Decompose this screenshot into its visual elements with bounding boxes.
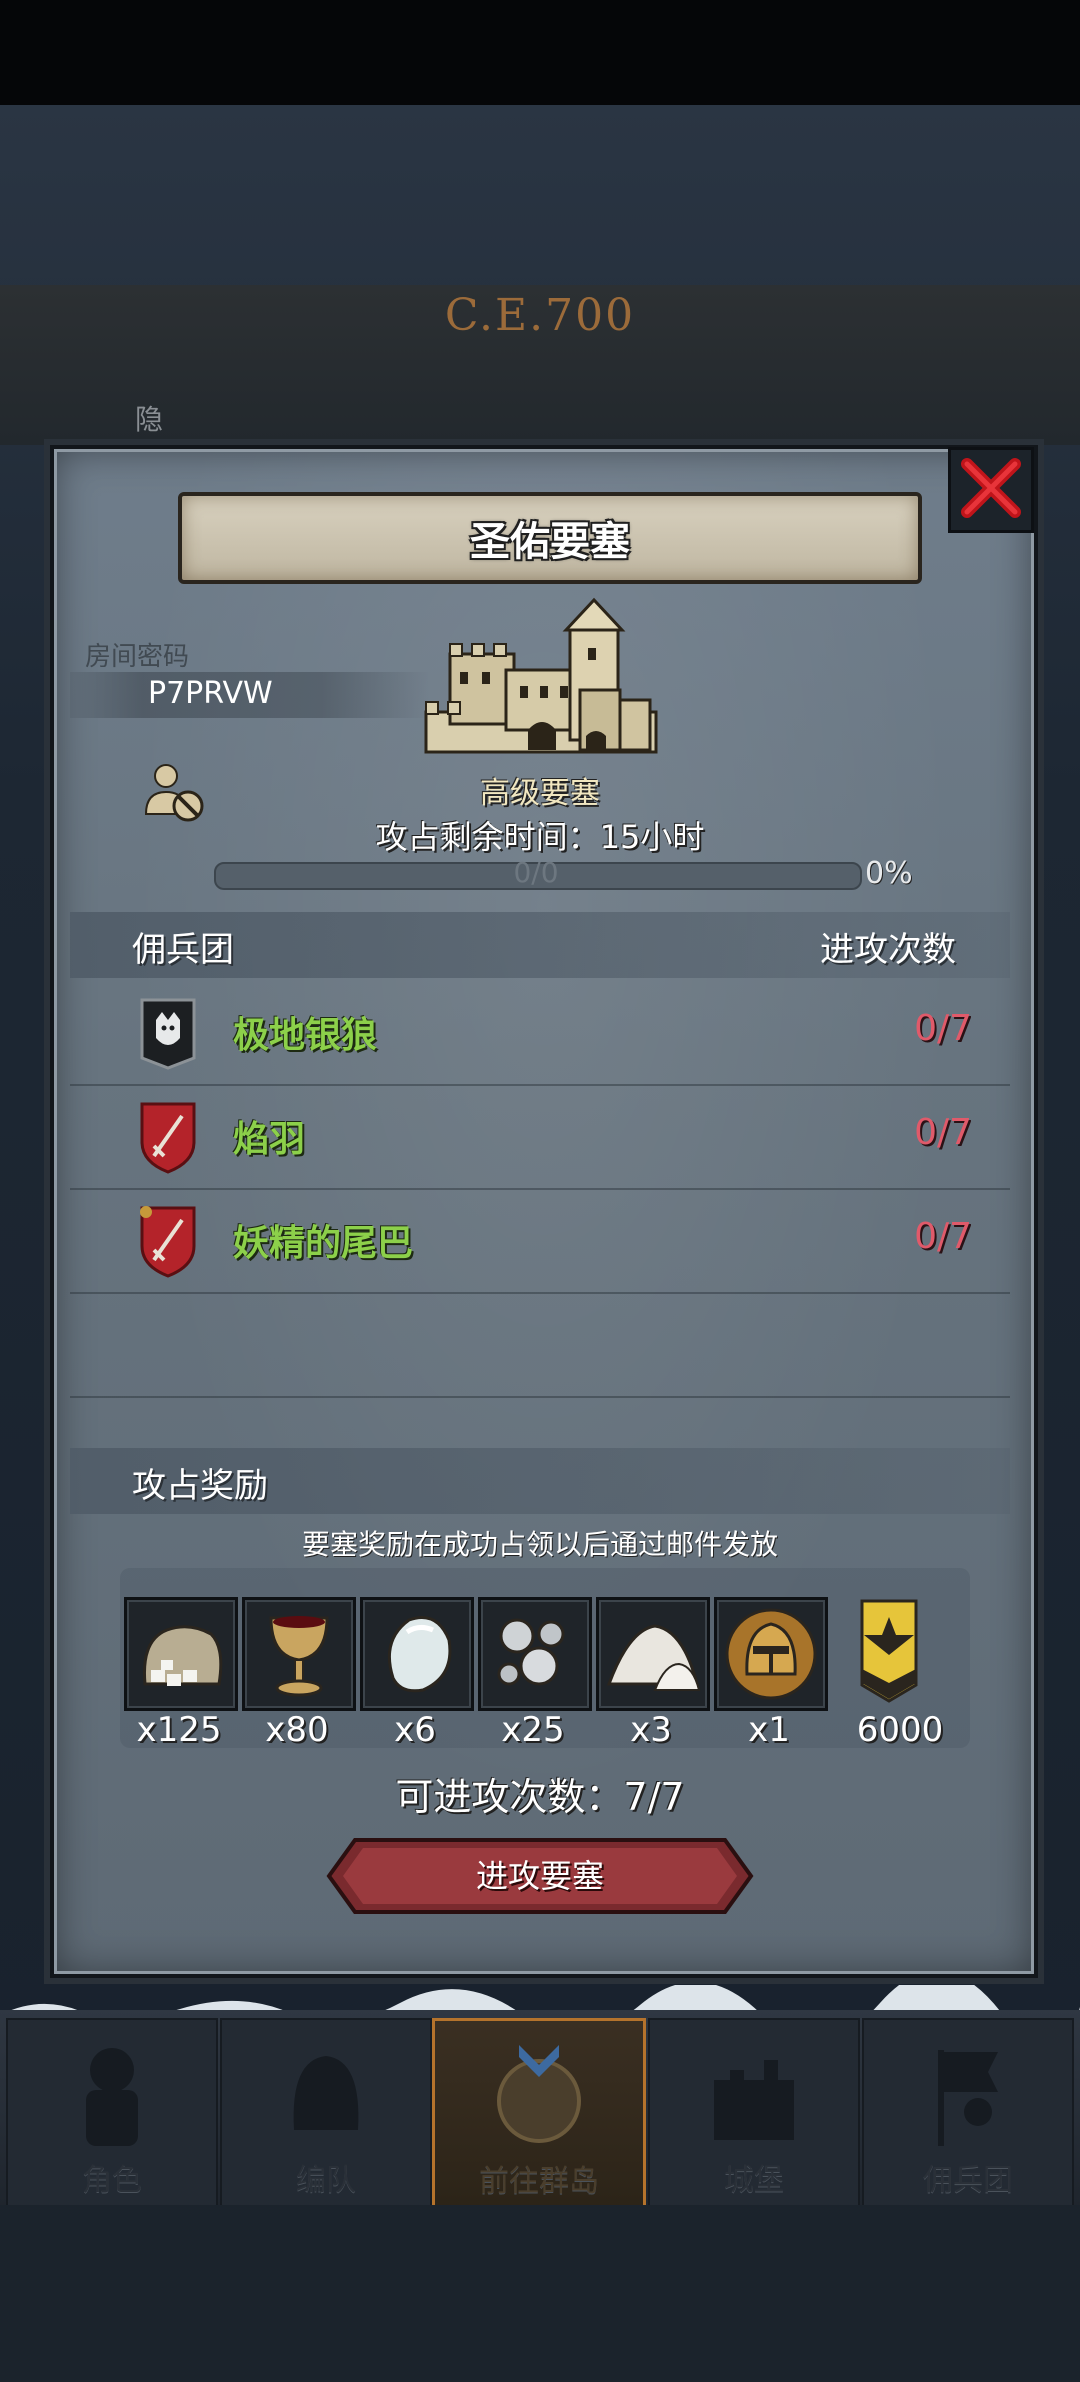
reward-qty: x125 — [136, 1710, 222, 1750]
reward-qty: x80 — [265, 1710, 329, 1750]
nav-go-to-islands[interactable]: 前往群岛 — [432, 2018, 646, 2209]
hidden-toggle-label[interactable]: 隐 — [135, 398, 163, 438]
reward-qty: 6000 — [856, 1710, 944, 1750]
mercenary-name: 焰羽 — [233, 1119, 306, 1160]
reward-qty: x3 — [630, 1710, 672, 1750]
attack-fortress-button[interactable]: 进攻要塞 — [325, 1836, 755, 1916]
attack-count-header-label: 进攻次数 — [820, 930, 956, 970]
nav-formation[interactable]: 编队 — [220, 2018, 432, 2207]
castle-icon — [714, 2060, 794, 2140]
nav-mercenaries[interactable]: 佣兵团 — [862, 2018, 1074, 2207]
dialog-title: 圣佑要塞 — [178, 492, 922, 584]
red-sword-shield-icon — [140, 1206, 196, 1278]
attacks-remaining: 可进攻次数：7/7 — [395, 1775, 685, 1819]
mercenary-attack-count: 0/7 — [914, 1008, 972, 1049]
helmet-icon — [293, 2056, 359, 2130]
rewards-header-label: 攻占奖励 — [132, 1466, 268, 1506]
mercenary-row[interactable]: 极地银狼 0/7 — [70, 980, 1010, 1086]
white-gem-icon — [387, 1616, 452, 1693]
salt-sack-icon — [142, 1625, 223, 1686]
nav-label: 角色 — [82, 2163, 142, 2198]
reward-qty: x25 — [501, 1710, 565, 1750]
room-code[interactable]: P7PRVW — [148, 676, 273, 711]
reward-item[interactable] — [478, 1597, 592, 1711]
mercenary-name: 妖精的尾巴 — [233, 1223, 414, 1264]
close-button[interactable] — [948, 447, 1034, 533]
reward-item[interactable] — [360, 1597, 474, 1711]
nav-label: 城堡 — [724, 2163, 784, 2198]
mercenary-row-empty — [70, 1292, 1010, 1398]
mercenary-attack-count: 0/7 — [914, 1112, 972, 1153]
guild-banner-icon — [860, 1599, 918, 1703]
golden-helmet-icon — [725, 1608, 817, 1700]
flag-knight-icon — [938, 2050, 998, 2146]
rewards-note: 要塞奖励在成功占领以后通过邮件发放 — [301, 1528, 778, 1561]
mercenary-row[interactable]: 妖精的尾巴 0/7 — [70, 1188, 1010, 1294]
reward-item[interactable] — [714, 1597, 828, 1711]
status-bar — [0, 0, 1080, 105]
reward-item[interactable] — [124, 1597, 238, 1711]
capture-progress-text: 0/0 — [513, 856, 559, 889]
nav-castle[interactable]: 城堡 — [648, 2018, 860, 2207]
mercenary-name: 极地银狼 — [233, 1015, 378, 1056]
nav-label: 前往群岛 — [479, 2164, 599, 2199]
mercenary-row[interactable]: 焰羽 0/7 — [70, 1084, 1010, 1190]
knight-icon — [86, 2048, 138, 2146]
capture-progress-percent: 0% — [865, 856, 913, 891]
reward-item[interactable] — [832, 1597, 940, 1705]
nav-label: 编队 — [296, 2163, 356, 2198]
reward-item[interactable] — [242, 1597, 356, 1711]
capture-time-left: 攻占剩余时间：15小时 — [375, 818, 705, 856]
bottom-background — [0, 2205, 1080, 2382]
red-sword-shield-icon — [140, 1102, 196, 1174]
nav-label: 佣兵团 — [923, 2163, 1013, 2198]
mercenary-attack-count: 0/7 — [914, 1216, 972, 1257]
close-icon — [961, 458, 1021, 518]
reward-qty: x6 — [394, 1710, 436, 1750]
reward-item[interactable] — [596, 1597, 710, 1711]
mercenary-header-label: 佣兵团 — [132, 930, 234, 970]
goblet-icon — [269, 1616, 329, 1697]
era-label: C.E.700 — [444, 290, 636, 341]
white-powder-icon — [606, 1624, 701, 1691]
attack-fortress-label: 进攻要塞 — [475, 1857, 604, 1895]
silver-ore-icon — [497, 1618, 565, 1686]
room-code-label: 房间密码 — [85, 642, 190, 672]
fortress-castle-icon — [424, 597, 658, 754]
fortress-level: 高级要塞 — [480, 776, 600, 811]
wolf-banner-icon — [140, 998, 196, 1070]
nav-character[interactable]: 角色 — [6, 2018, 218, 2207]
reward-qty: x1 — [748, 1710, 790, 1750]
compass-icon — [497, 2045, 581, 2143]
